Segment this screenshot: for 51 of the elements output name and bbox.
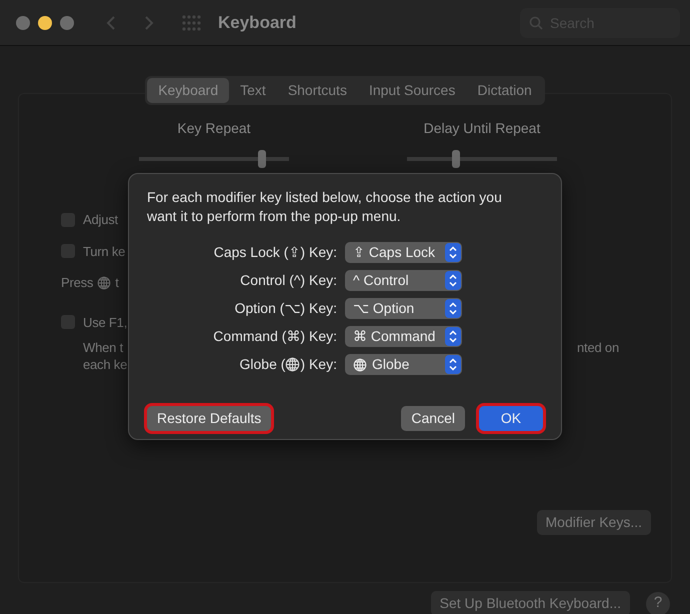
dialog-button[interactable]: Restore Defaults (147, 406, 272, 431)
key-label: Option (⌥) Key: (234, 299, 337, 318)
slider-label: Delay Until Repeat (424, 119, 540, 138)
action-popup[interactable]: ⇪ Caps Lock (345, 242, 462, 263)
help-button[interactable]: ? (646, 592, 670, 614)
option-label: Turn ke (83, 242, 126, 260)
minimize-button[interactable] (38, 16, 52, 30)
globe-icon (285, 357, 300, 372)
slider-thumb[interactable] (258, 150, 266, 168)
option-label: Adjust (83, 211, 118, 229)
slider-label: Key Repeat (177, 119, 251, 138)
option-note: When t (83, 339, 124, 356)
tab[interactable]: Text (229, 78, 277, 103)
tab[interactable]: Shortcuts (276, 78, 358, 103)
option-note: each ke (83, 356, 128, 373)
chevron-icon (445, 299, 461, 318)
globe-icon (353, 358, 367, 372)
chevron-icon (445, 327, 461, 346)
dialog-button[interactable]: OK (479, 406, 543, 431)
close-button[interactable] (16, 16, 30, 30)
tab[interactable]: Input Sources (358, 78, 466, 103)
search-icon (529, 16, 543, 30)
grid-icon[interactable] (182, 14, 202, 30)
option-label: Use F1, (83, 314, 128, 332)
back-icon[interactable] (106, 14, 116, 30)
action-popup[interactable]: Globe (345, 354, 462, 375)
chevron-icon (445, 271, 461, 290)
zoom-button[interactable] (60, 16, 74, 30)
chevron-icon (445, 355, 461, 374)
tab[interactable]: Dictation (466, 78, 543, 103)
key-label: Command (⌘) Key: (213, 327, 337, 346)
forward-icon[interactable] (144, 14, 154, 30)
modifier-keys-button[interactable]: Modifier Keys... (536, 510, 651, 535)
chevron-icon (445, 243, 461, 262)
globe-icon (97, 276, 112, 290)
hint-text: t (115, 274, 119, 292)
key-label: Globe ( (240, 355, 286, 374)
action-popup[interactable]: ^ Control (345, 270, 462, 291)
key-label: Control (^) Key: (240, 271, 337, 290)
dialog-button[interactable]: Cancel (401, 406, 465, 431)
tab[interactable]: Keyboard (147, 78, 230, 103)
key-label: ) Key: (300, 355, 337, 374)
option-note: nted on (577, 339, 619, 357)
dialog-message: For each modifier key listed below, choose the action you want it to perform from the pop-up menu. (147, 188, 503, 226)
hint-text: Press (61, 274, 94, 292)
window-title: Keyboard (218, 12, 296, 34)
bluetooth-setup-button[interactable]: Set Up Bluetooth Keyboard... (430, 591, 630, 614)
slider-thumb[interactable] (452, 150, 460, 168)
action-popup[interactable]: ⌘ Command (345, 326, 462, 347)
action-popup[interactable]: ⌥ Option (345, 298, 462, 319)
key-label: Caps Lock (⇪) Key: (214, 243, 337, 262)
